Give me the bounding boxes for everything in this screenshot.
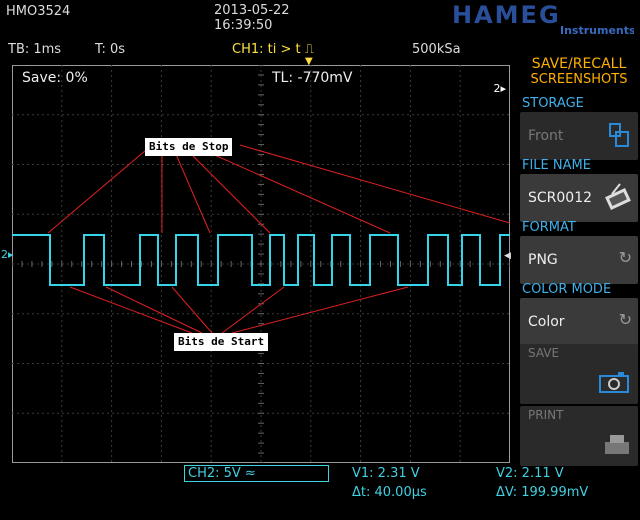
cursor-v2-readout: V2: 2.11 V xyxy=(496,466,564,481)
start-bits-label: Bits de Start xyxy=(174,333,269,351)
stop-bit-pointer xyxy=(191,144,391,234)
menu-title: SAVE/RECALL SCREENSHOTS xyxy=(518,56,640,88)
filename-label: FILE NAME xyxy=(522,158,591,173)
menu-title-line1: SAVE/RECALL xyxy=(531,56,627,72)
storage-value: Front xyxy=(528,128,564,144)
stop-bit-pointer xyxy=(181,144,271,234)
cursor-v1-readout: V1: 2.31 V xyxy=(352,466,420,481)
time-readout: 16:39:50 xyxy=(214,18,273,33)
trigger-readout: CH1: ti > t ⎍ xyxy=(232,42,314,57)
save-button[interactable]: SAVE xyxy=(520,344,638,404)
annotation-lines xyxy=(47,144,510,334)
storage-button[interactable]: Front xyxy=(520,112,638,160)
stop-bit-pointer xyxy=(47,144,153,234)
format-button[interactable]: PNG ↻ xyxy=(520,236,638,284)
save-label: SAVE xyxy=(528,346,560,360)
cursor-dt-readout: Δt: 40.00µs xyxy=(352,485,427,500)
camera-save-icon xyxy=(599,372,629,393)
waveform-canvas xyxy=(12,65,510,463)
ch2-marker-right: 2▸ xyxy=(493,82,506,95)
colormode-button[interactable]: Color ↻ xyxy=(520,298,638,346)
logo-text: HAMEG xyxy=(452,1,561,29)
start-bit-pointer xyxy=(105,286,203,334)
print-label: PRINT xyxy=(528,408,564,422)
trigger-level-readout: TL: -770mV xyxy=(272,70,353,86)
sample-rate-readout: 500kSa xyxy=(412,42,461,57)
keyboard-edit-icon xyxy=(605,183,631,210)
center-axis-ticks xyxy=(12,65,510,463)
stop-bits-label: Bits de Stop xyxy=(145,138,233,156)
colormode-label: COLOR MODE xyxy=(522,282,612,297)
hameg-logo: HAMEG Instruments xyxy=(452,1,634,37)
format-value: PNG xyxy=(528,252,558,268)
printer-icon xyxy=(605,435,629,454)
trigger-level-arrow-icon: ◀ xyxy=(504,251,511,261)
ch2-ground-marker: 2▸ xyxy=(1,248,14,261)
colormode-value: Color xyxy=(528,314,565,330)
logo-sub: Instruments xyxy=(560,24,634,37)
start-bit-pointer xyxy=(171,286,213,334)
stop-bit-pointer xyxy=(171,144,211,234)
timebase-readout: TB: 1ms xyxy=(8,42,62,57)
ch2-settings-box[interactable]: CH2: 5V ≈ xyxy=(184,465,329,482)
filename-value: SCR0012 xyxy=(528,190,593,206)
model-name: HMO3524 xyxy=(6,4,71,19)
save-progress: Save: 0% xyxy=(22,70,88,86)
print-button[interactable]: PRINT xyxy=(520,406,638,466)
menu-title-line2: SCREENSHOTS xyxy=(530,72,628,87)
storage-label: STORAGE xyxy=(522,96,584,111)
start-bit-pointer xyxy=(221,286,285,334)
cursor-dv-readout: ΔV: 199.99mV xyxy=(496,485,589,500)
start-bit-pointer xyxy=(69,286,193,334)
trigger-position-readout: T: 0s xyxy=(95,42,126,57)
filename-button[interactable]: SCR0012 xyxy=(520,174,638,222)
cycle-icon: ↻ xyxy=(618,248,632,267)
date-readout: 2013-05-22 xyxy=(214,3,290,18)
cycle-icon: ↻ xyxy=(618,310,632,329)
usb-drive-icon xyxy=(609,123,629,147)
format-label: FORMAT xyxy=(522,220,576,235)
